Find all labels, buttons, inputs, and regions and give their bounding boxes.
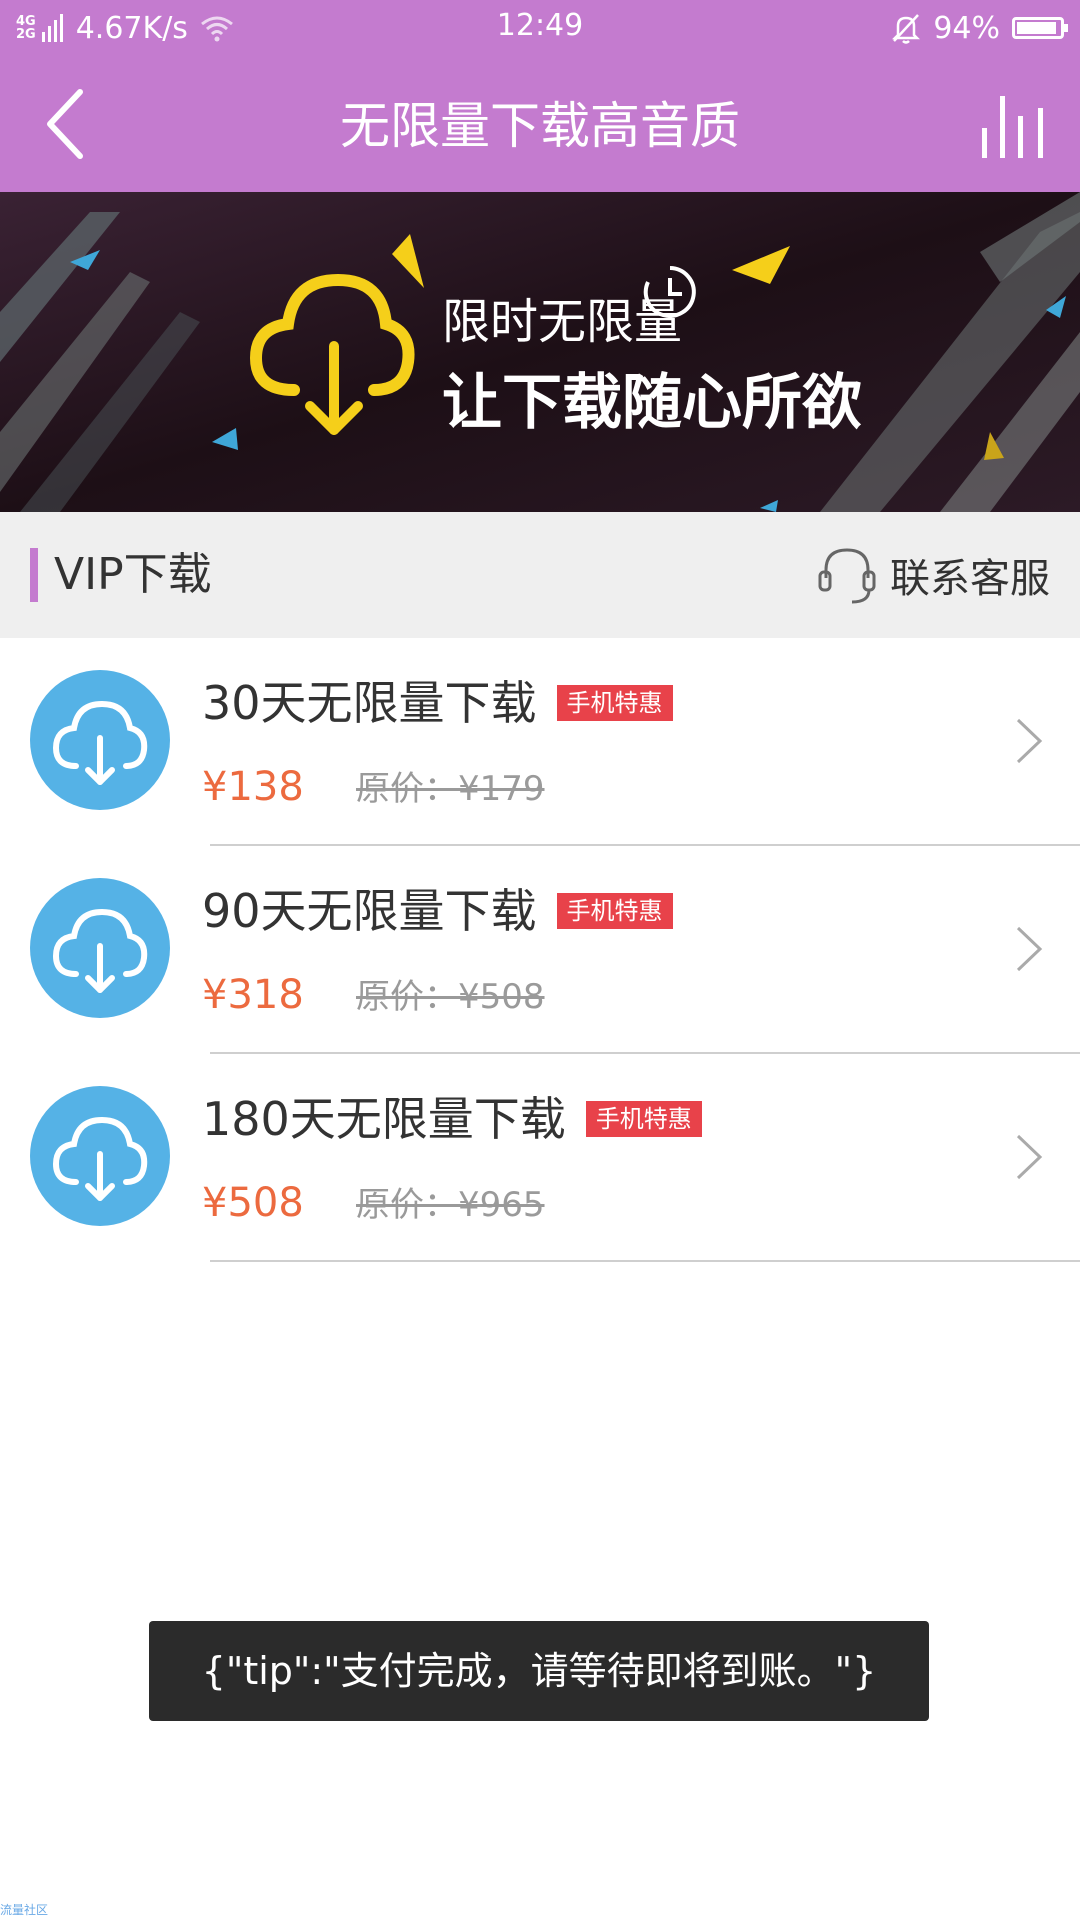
plan-price: ¥508 <box>202 1180 304 1226</box>
page-title: 无限量下载高音质 <box>340 97 740 155</box>
plan-name-label: 90天无限量下载 <box>202 884 537 938</box>
bell-muted-icon <box>892 14 921 44</box>
plan-original-price: 原价：¥965 <box>356 1185 545 1225</box>
plan-item-30-days[interactable]: 30天无限量下载 手机特惠 ¥138 原价：¥179 <box>0 638 1080 846</box>
plan-price: ¥138 <box>202 764 304 810</box>
contact-support-label: 联系客服 <box>890 556 1050 602</box>
chevron-right-icon <box>1016 1134 1043 1180</box>
plan-item-180-days[interactable]: 180天无限量下载 手机特惠 ¥508 原价：¥965 <box>0 1054 1080 1262</box>
section-title: VIP下载 <box>54 549 212 600</box>
plan-original-price: 原价：¥179 <box>356 769 545 809</box>
chevron-right-icon <box>1016 926 1043 972</box>
divider <box>210 1260 1080 1262</box>
plan-original-price: 原价：¥508 <box>356 977 545 1017</box>
plan-name: 90天无限量下载 手机特惠 <box>202 882 673 940</box>
section-header: VIP下载 联系客服 <box>0 512 1080 638</box>
title-bar: 无限量下载高音质 <box>0 56 1080 192</box>
watermark: 流量社区 <box>0 1903 49 1917</box>
plan-name-label: 30天无限量下载 <box>202 676 537 730</box>
battery-icon <box>1012 17 1068 39</box>
battery-level <box>1017 22 1056 34</box>
plan-name: 30天无限量下载 手机特惠 <box>202 674 673 732</box>
promo-badge: 手机特惠 <box>585 1101 702 1137</box>
cloud-download-icon <box>30 878 170 1018</box>
chevron-left-icon <box>47 89 83 159</box>
plan-price: ¥318 <box>202 972 304 1018</box>
chevron-right-icon <box>1016 718 1043 764</box>
promo-banner[interactable]: 限时无限量 让下载随心所欲 <box>0 192 1080 512</box>
plan-name: 180天无限量下载 手机特惠 <box>202 1090 702 1148</box>
cloud-download-icon <box>30 1086 170 1226</box>
toast-message: {"tip":"支付完成，请等待即将到账。"} <box>149 1621 929 1721</box>
banner-headline: 限时无限量 <box>442 294 683 350</box>
promo-badge: 手机特惠 <box>556 893 673 929</box>
status-bar: 4G 2G 4.67K/s 12:49 94% <box>0 0 1080 56</box>
cloud-download-icon <box>30 670 170 810</box>
status-bar-right: 94% <box>889 8 1068 48</box>
plan-name-label: 180天无限量下载 <box>202 1092 566 1146</box>
headset-icon <box>818 548 876 604</box>
back-button[interactable] <box>40 86 100 162</box>
plan-item-90-days[interactable]: 90天无限量下载 手机特惠 ¥318 原价：¥508 <box>0 846 1080 1054</box>
banner-slogan: 让下载随心所欲 <box>442 368 862 438</box>
equalizer-icon <box>982 96 1043 158</box>
playing-indicator-button[interactable] <box>980 90 1050 160</box>
banner-background <box>0 192 1080 512</box>
battery-percent: 94% <box>933 10 1000 46</box>
contact-support-button[interactable]: 联系客服 <box>814 542 1050 608</box>
cloud-download-icon <box>249 273 415 435</box>
promo-badge: 手机特惠 <box>556 685 673 721</box>
section-accent-bar <box>30 548 38 602</box>
